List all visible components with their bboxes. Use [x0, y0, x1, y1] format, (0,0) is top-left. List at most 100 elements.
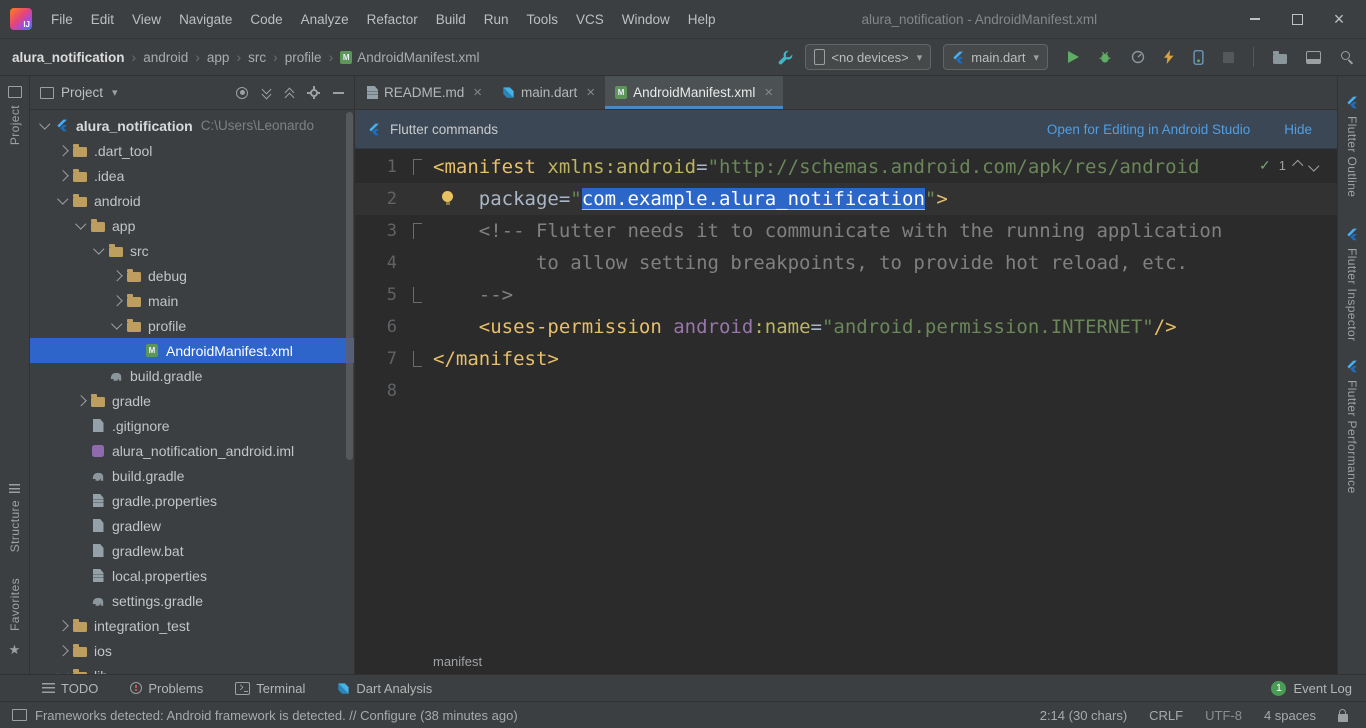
attach-bolt-button[interactable]	[1164, 50, 1174, 64]
settings-button[interactable]	[307, 86, 320, 99]
project-stripe-button[interactable]: Project	[0, 86, 29, 145]
breadcrumb-item-app[interactable]: app	[207, 50, 230, 65]
code-text[interactable]: <uses-permission android:name="android.p…	[433, 311, 1337, 343]
open-in-android-studio-link[interactable]: Open for Editing in Android Studio	[1047, 122, 1250, 137]
tree-item-integration_test[interactable]: integration_test	[30, 613, 354, 638]
tree-item-profile[interactable]: profile	[30, 313, 354, 338]
search-button[interactable]	[1340, 50, 1354, 64]
favorites-stripe-button[interactable]: Favorites ★	[0, 578, 29, 658]
minimize-button[interactable]	[1234, 0, 1276, 38]
indent-setting[interactable]: 4 spaces	[1264, 708, 1316, 723]
tree-item-ios[interactable]: ios	[30, 638, 354, 663]
intention-bulb-icon[interactable]	[442, 191, 453, 202]
menu-edit[interactable]: Edit	[82, 12, 123, 27]
menu-build[interactable]: Build	[427, 12, 475, 27]
file-encoding[interactable]: UTF-8	[1205, 708, 1242, 723]
tree-item-android[interactable]: android	[30, 188, 354, 213]
code-text[interactable]: <manifest xmlns:android="http://schemas.…	[433, 151, 1337, 183]
stop-button[interactable]	[1223, 52, 1234, 63]
code-text[interactable]: </manifest>	[433, 343, 1337, 375]
event-log-button[interactable]: 1 Event Log	[1271, 681, 1352, 696]
editor-tab-readme.md[interactable]: README.md×	[357, 76, 492, 109]
tree-item-app[interactable]: app	[30, 213, 354, 238]
toolwindow-problems[interactable]: Problems	[130, 681, 203, 696]
device-selector[interactable]: <no devices> ▾	[805, 44, 931, 70]
breadcrumb-item-android[interactable]: android	[143, 50, 188, 65]
menu-navigate[interactable]: Navigate	[170, 12, 241, 27]
menu-tools[interactable]: Tools	[518, 12, 568, 27]
code-text[interactable]: to allow setting breakpoints, to provide…	[433, 247, 1337, 279]
chevron-right-icon[interactable]	[54, 147, 71, 155]
code-text[interactable]: <!-- Flutter needs it to communicate wit…	[433, 215, 1337, 247]
breadcrumb-item-src[interactable]: src	[248, 50, 266, 65]
chevron-down-icon[interactable]: ▾	[112, 86, 118, 99]
hide-banner-link[interactable]: Hide	[1284, 122, 1312, 137]
editor-breadcrumb-item[interactable]: manifest	[433, 654, 482, 669]
toolwindow-todo[interactable]: TODO	[42, 681, 98, 696]
breadcrumb-item-profile[interactable]: profile	[285, 50, 322, 65]
chevron-right-icon[interactable]	[72, 397, 89, 405]
tree-item-.idea[interactable]: .idea	[30, 163, 354, 188]
menu-view[interactable]: View	[123, 12, 170, 27]
tree-item-gradlew.bat[interactable]: gradlew.bat	[30, 538, 354, 563]
line-separator[interactable]: CRLF	[1149, 708, 1183, 723]
next-problem-icon[interactable]	[1310, 162, 1318, 170]
readonly-lock-icon[interactable]	[1338, 714, 1348, 722]
chevron-right-icon[interactable]	[108, 272, 125, 280]
tree-item-gradle.properties[interactable]: gradle.properties	[30, 488, 354, 513]
stripe-flutter-inspector[interactable]: Flutter Inspector	[1338, 228, 1366, 342]
toolwindow-toggle-icon[interactable]	[12, 709, 27, 721]
fold-marker[interactable]	[401, 279, 433, 311]
editor-tab-androidmanifest.xml[interactable]: MAndroidManifest.xml×	[605, 76, 783, 109]
tree-item-lib[interactable]: lib	[30, 663, 354, 674]
run-button[interactable]	[1068, 51, 1079, 63]
tree-item-settings.gradle[interactable]: settings.gradle	[30, 588, 354, 613]
chevron-right-icon[interactable]	[108, 297, 125, 305]
prev-problem-icon[interactable]	[1294, 162, 1302, 170]
menu-vcs[interactable]: VCS	[567, 12, 613, 27]
chevron-down-icon[interactable]	[72, 223, 89, 228]
run-config-selector[interactable]: main.dart ▾	[943, 44, 1048, 70]
tab-close-icon[interactable]: ×	[586, 84, 595, 101]
tree-item-androidmanifest.xml[interactable]: MAndroidManifest.xml	[30, 338, 354, 363]
breadcrumb-item-alura_notification[interactable]: alura_notification	[12, 50, 125, 65]
tree-item-alura_notification[interactable]: alura_notificationC:\Users\Leonardo	[30, 113, 354, 138]
editor-tab-main.dart[interactable]: main.dart×	[492, 76, 605, 109]
debug-button[interactable]	[1098, 50, 1112, 64]
menu-analyze[interactable]: Analyze	[292, 12, 358, 27]
close-button[interactable]: ×	[1318, 0, 1360, 38]
tree-item-build.gradle[interactable]: build.gradle	[30, 363, 354, 388]
stripe-flutter-outline[interactable]: Flutter Outline	[1338, 96, 1366, 197]
tree-item-gradle[interactable]: gradle	[30, 388, 354, 413]
structure-stripe-button[interactable]: Structure	[0, 484, 29, 552]
profiler-button[interactable]	[1131, 50, 1145, 64]
fold-marker[interactable]	[401, 343, 433, 375]
menu-refactor[interactable]: Refactor	[358, 12, 427, 27]
stripe-flutter-performance[interactable]: Flutter Performance	[1338, 360, 1366, 494]
tree-item-alura_notification_android.iml[interactable]: alura_notification_android.iml	[30, 438, 354, 463]
chevron-down-icon[interactable]	[108, 323, 125, 328]
chevron-down-icon[interactable]	[54, 198, 71, 203]
code-text[interactable]	[433, 375, 1337, 407]
code-text[interactable]: package="com.example.alura_notification"…	[433, 183, 1337, 215]
chevron-down-icon[interactable]	[54, 673, 71, 674]
project-panel-title[interactable]: Project	[61, 85, 103, 100]
chevron-down-icon[interactable]	[36, 123, 53, 128]
tree-item-.gitignore[interactable]: .gitignore	[30, 413, 354, 438]
window-layout-button[interactable]	[1306, 51, 1321, 64]
chevron-right-icon[interactable]	[54, 647, 71, 655]
menu-run[interactable]: Run	[475, 12, 518, 27]
chevron-right-icon[interactable]	[54, 172, 71, 180]
tree-item-local.properties[interactable]: local.properties	[30, 563, 354, 588]
chevron-down-icon[interactable]	[90, 248, 107, 253]
attach-debugger-button[interactable]	[1193, 50, 1204, 65]
tree-item-debug[interactable]: debug	[30, 263, 354, 288]
hide-button[interactable]	[333, 92, 344, 94]
fold-marker[interactable]	[401, 215, 433, 247]
menu-file[interactable]: File	[42, 12, 82, 27]
code-editor[interactable]: 1<manifest xmlns:android="http://schemas…	[355, 149, 1337, 648]
collapse-all-button[interactable]	[284, 86, 294, 99]
project-tree-scrollbar[interactable]	[346, 112, 353, 460]
tab-close-icon[interactable]: ×	[764, 84, 773, 101]
expand-all-button[interactable]	[261, 86, 271, 99]
